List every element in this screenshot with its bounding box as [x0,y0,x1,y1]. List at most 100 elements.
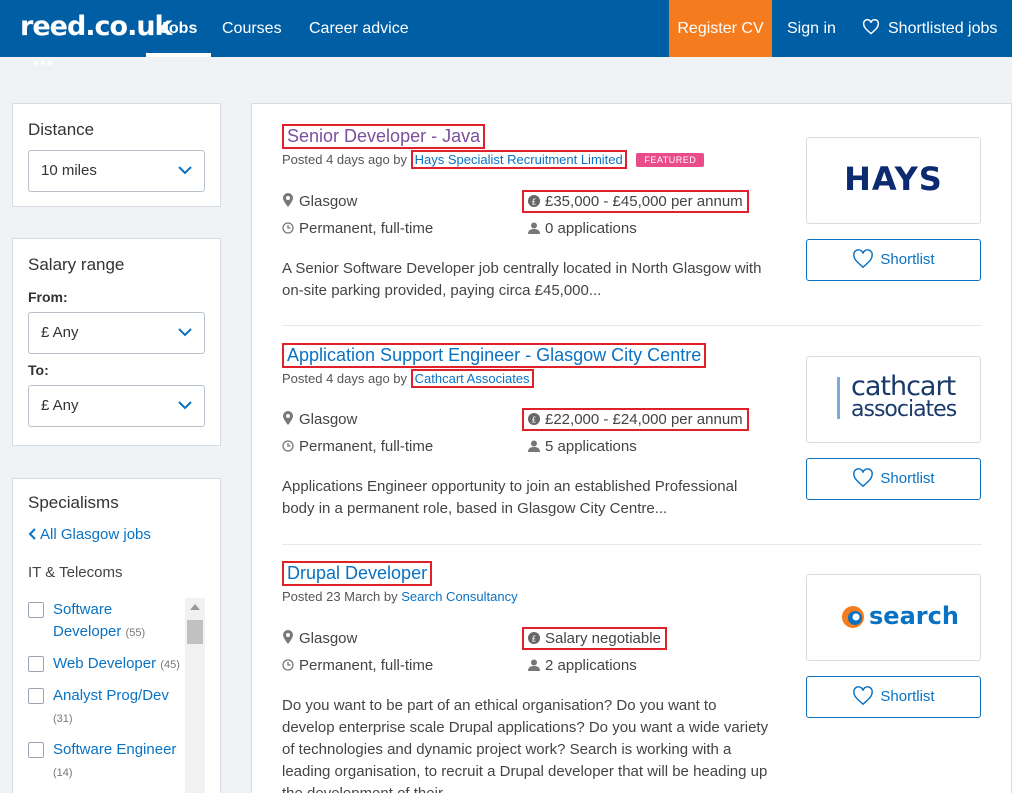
company-logo[interactable]: search [806,574,981,661]
posted-prefix: Posted 4 days ago by [282,152,408,167]
distance-title: Distance [28,120,95,139]
job-card: Application Support Engineer - Glasgow C… [282,343,982,543]
specialism-item[interactable]: Web Developer (45) [53,653,193,676]
divider [282,325,982,326]
specialisms-filter-panel: Specialisms All Glasgow jobs IT & Teleco… [12,478,221,793]
specialism-count: (14) [53,767,73,779]
chevron-left-icon [28,528,36,540]
featured-badge: FEATURED [636,153,705,167]
salary-from-value: £ Any [41,324,79,341]
sign-in-link[interactable]: Sign in [773,0,850,57]
scroll-up-arrow-icon[interactable] [190,604,200,610]
checkbox-analyst-prog-dev[interactable] [28,688,44,704]
job-card: Senior Developer - Java Posted 4 days ag… [282,124,982,324]
job-type-text: Permanent, full-time [299,438,434,455]
job-applications: 2 applications [528,657,637,674]
distance-select[interactable]: 10 miles [28,150,205,192]
posted-prefix: Posted 23 March by [282,589,398,604]
nav-courses[interactable]: Courses [208,0,296,57]
shortlist-button[interactable]: Shortlist [806,239,981,281]
job-title-link[interactable]: Application Support Engineer - Glasgow C… [282,343,707,368]
job-description: A Senior Software Developer job centrall… [282,260,762,299]
specialism-category: IT & Telecoms [28,564,123,581]
shortlist-label: Shortlist [880,688,935,705]
location-text: Glasgow [299,411,358,428]
heart-icon [853,686,874,706]
top-nav-bar: reed.co.uk Jobs Courses Career advice Re… [0,0,1012,65]
svg-text:£: £ [531,635,536,644]
clock-icon [282,440,294,452]
checkbox-software-developer[interactable] [28,602,44,618]
company-link[interactable]: Search Consultancy [401,589,517,604]
hays-logo-text: HAYS [844,160,943,198]
chevron-down-icon [178,401,192,410]
chevron-down-icon [178,328,192,337]
specialism-label: Software Engineer [53,741,177,758]
specialisms-scrollbar[interactable] [185,598,205,793]
specialism-item[interactable]: Software Developer (55) [53,599,183,644]
applications-text: 0 applications [545,220,637,237]
salary-from-label: From: [28,289,68,305]
job-type: Permanent, full-time [282,657,433,674]
salary-filter-panel: Salary range From: £ Any To: £ Any [12,238,221,446]
heart-icon [853,468,874,488]
job-type-text: Permanent, full-time [299,220,434,237]
job-location: Glasgow [282,193,357,210]
job-description: Do you want to be part of an ethical org… [282,697,769,793]
applications-text: 5 applications [545,438,637,455]
shortlisted-jobs-label: Shortlisted jobs [888,20,998,37]
salary-icon: £ [528,413,540,425]
specialism-label: Software Developer [53,601,122,640]
salary-title: Salary range [28,255,125,274]
company-link[interactable]: Hays Specialist Recruitment Limited [410,150,627,169]
salary-to-value: £ Any [41,397,79,414]
job-salary: £ Salary negotiable [522,627,667,650]
job-title-link[interactable]: Drupal Developer [282,561,433,586]
specialism-label: Analyst Prog/Dev [53,687,169,704]
specialism-count: (55) [125,627,146,639]
company-logo[interactable]: HAYS [806,137,981,224]
company-link[interactable]: Cathcart Associates [410,369,534,388]
distance-value: 10 miles [41,162,97,179]
job-title-link[interactable]: Senior Developer - Java [282,124,486,149]
distance-filter-panel: Distance 10 miles [12,103,221,207]
job-type: Permanent, full-time [282,438,433,455]
job-applications: 5 applications [528,438,637,455]
scrollbar-thumb[interactable] [187,620,203,644]
salary-from-select[interactable]: £ Any [28,312,205,354]
salary-to-label: To: [28,362,49,378]
salary-text: £22,000 - £24,000 per annum [545,411,743,428]
job-results-list: Senior Developer - Java Posted 4 days ag… [251,103,1012,793]
shortlisted-jobs-link[interactable]: Shortlisted jobs [848,0,1011,57]
job-location: Glasgow [282,630,357,647]
heart-icon [862,18,880,35]
register-cv-button[interactable]: Register CV [669,0,772,57]
search-logo-mark-icon [842,606,864,628]
shortlist-label: Shortlist [880,470,935,487]
shortlist-button[interactable]: Shortlist [806,458,981,500]
specialisms-title: Specialisms [28,493,119,512]
clock-icon [282,659,294,671]
nav-career-advice[interactable]: Career advice [295,0,423,57]
all-glasgow-jobs-link[interactable]: All Glasgow jobs [28,526,151,543]
salary-to-select[interactable]: £ Any [28,385,205,427]
job-salary: £ £35,000 - £45,000 per annum [522,190,749,213]
cathcart-logo-line2: associates [851,397,957,422]
location-pin-icon [283,630,293,644]
svg-text:£: £ [531,416,536,425]
cathcart-logo-line1: cathcart [851,371,956,402]
shortlist-button[interactable]: Shortlist [806,676,981,718]
applications-text: 2 applications [545,657,637,674]
job-type-text: Permanent, full-time [299,657,434,674]
job-description: Applications Engineer opportunity to joi… [282,478,738,517]
specialism-item[interactable]: Analyst Prog/Dev (31) [53,685,183,730]
checkbox-software-engineer[interactable] [28,742,44,758]
nav-jobs[interactable]: Jobs [146,0,212,57]
checkbox-web-developer[interactable] [28,656,44,672]
company-logo[interactable]: cathcart associates [806,356,981,443]
job-card: Drupal Developer Posted 23 March by Sear… [282,561,982,793]
svg-text:£: £ [531,198,536,207]
person-icon [528,222,540,234]
posted-info: Posted 4 days ago by Hays Specialist Rec… [282,150,705,169]
specialism-item[interactable]: Software Engineer (14) [53,739,183,784]
